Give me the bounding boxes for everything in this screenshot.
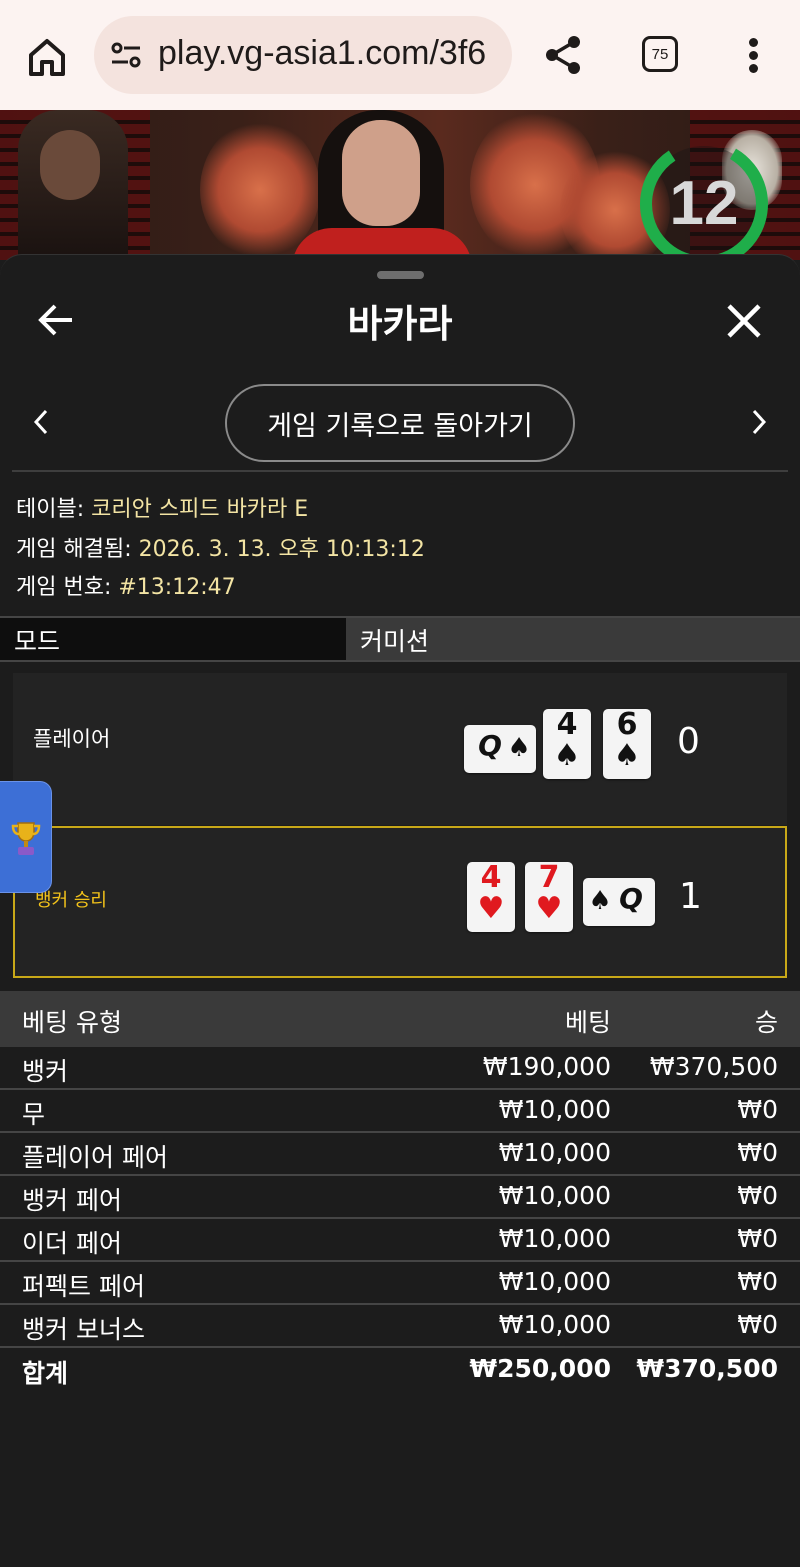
mode-row: 모드 커미션 bbox=[0, 616, 800, 662]
divider bbox=[12, 470, 788, 472]
banker-score: 1 bbox=[679, 876, 702, 917]
trophy-tab[interactable] bbox=[0, 781, 52, 893]
table-row: 이더 페어 ₩10,000 ₩0 bbox=[0, 1219, 800, 1262]
total-win: ₩370,500 bbox=[636, 1354, 778, 1383]
dealer-face bbox=[342, 120, 420, 226]
countdown-number: 12 bbox=[669, 169, 739, 238]
mode-label: 모드 bbox=[0, 618, 346, 660]
player-label: 플레이어 bbox=[33, 727, 111, 751]
bets-table-header: 베팅 유형 베팅 승 bbox=[0, 991, 800, 1047]
win-amount: ₩370,500 bbox=[649, 1052, 778, 1081]
tab-switcher-icon[interactable]: 75 bbox=[642, 36, 678, 72]
header-win: 승 bbox=[754, 1008, 778, 1037]
bet-amount: ₩10,000 bbox=[498, 1181, 611, 1210]
card-rank: Q bbox=[619, 882, 643, 915]
player-card-1: Q ♠ bbox=[464, 725, 536, 773]
card-suit: ♠ bbox=[613, 738, 641, 773]
site-settings-icon[interactable] bbox=[110, 42, 142, 68]
header-bet-type: 베팅 유형 bbox=[22, 1008, 122, 1037]
address-bar[interactable]: play.vg-asia1.com/3f6 bbox=[94, 16, 512, 94]
table-row: 뱅커 ₩190,000 ₩370,500 bbox=[0, 1047, 800, 1090]
table-row: 뱅커 보너스 ₩10,000 ₩0 bbox=[0, 1305, 800, 1348]
table-row: 뱅커 페어 ₩10,000 ₩0 bbox=[0, 1176, 800, 1219]
drag-handle[interactable] bbox=[377, 271, 424, 279]
card-suit: ♥ bbox=[535, 891, 563, 926]
bet-amount: ₩10,000 bbox=[498, 1310, 611, 1339]
card-suit: ♠ bbox=[507, 733, 531, 763]
more-menu-icon[interactable] bbox=[744, 36, 764, 76]
table-row: 퍼펙트 페어 ₩10,000 ₩0 bbox=[0, 1262, 800, 1305]
bet-type: 플레이어 페어 bbox=[22, 1143, 168, 1172]
home-icon[interactable] bbox=[24, 34, 70, 80]
game-number-info: 게임 번호: #13:12:47 bbox=[16, 569, 236, 601]
bet-amount: ₩10,000 bbox=[498, 1224, 611, 1253]
table-value: 코리안 스피드 바카라 E bbox=[91, 497, 309, 522]
share-icon[interactable] bbox=[543, 34, 583, 76]
win-amount: ₩0 bbox=[737, 1138, 778, 1167]
player-hand-panel: 플레이어 Q ♠ 4 ♠ 6 ♠ 0 bbox=[13, 673, 787, 825]
resolved-value: 2026. 3. 13. 오후 10:13:12 bbox=[138, 537, 425, 562]
card-suit: ♠ bbox=[553, 738, 581, 773]
header-bet: 베팅 bbox=[564, 1008, 611, 1037]
background-person-face bbox=[40, 130, 100, 200]
total-label: 합계 bbox=[22, 1359, 69, 1388]
banker-card-2: 7 ♥ bbox=[525, 862, 573, 932]
win-amount: ₩0 bbox=[737, 1310, 778, 1339]
table-row: 무 ₩10,000 ₩0 bbox=[0, 1090, 800, 1133]
player-card-2: 4 ♠ bbox=[543, 709, 591, 779]
table-info: 테이블: 코리안 스피드 바카라 E bbox=[16, 491, 308, 523]
bet-amount: ₩190,000 bbox=[482, 1052, 611, 1081]
blossom-decor bbox=[200, 120, 320, 260]
bet-type: 무 bbox=[22, 1100, 46, 1129]
player-card-3: 6 ♠ bbox=[603, 709, 651, 779]
table-row: 플레이어 페어 ₩10,000 ₩0 bbox=[0, 1133, 800, 1176]
game-number-label: 게임 번호: bbox=[16, 575, 119, 600]
back-to-history-button[interactable]: 게임 기록으로 돌아가기 bbox=[225, 384, 575, 462]
banker-card-3: Q ♠ bbox=[583, 878, 655, 926]
player-score: 0 bbox=[677, 721, 700, 762]
card-suit: ♠ bbox=[588, 886, 612, 916]
bet-amount: ₩10,000 bbox=[498, 1267, 611, 1296]
win-amount: ₩0 bbox=[737, 1181, 778, 1210]
bet-type: 뱅커 보너스 bbox=[22, 1315, 145, 1344]
game-detail-sheet: 바카라 게임 기록으로 돌아가기 테이블: 코리안 스피드 바카라 E 게임 해… bbox=[0, 254, 800, 1567]
win-amount: ₩0 bbox=[737, 1224, 778, 1253]
trophy-icon bbox=[11, 822, 41, 855]
total-bet: ₩250,000 bbox=[469, 1354, 611, 1383]
chevron-right-icon[interactable] bbox=[748, 407, 770, 437]
banker-card-1: 4 ♥ bbox=[467, 862, 515, 932]
close-icon[interactable] bbox=[726, 303, 762, 339]
browser-toolbar: play.vg-asia1.com/3f6 75 bbox=[0, 0, 800, 110]
sheet-title: 바카라 bbox=[347, 302, 453, 346]
resolved-info: 게임 해결됨: 2026. 3. 13. 오후 10:13:12 bbox=[16, 531, 425, 563]
banker-hand-panel: 뱅커 승리 4 ♥ 7 ♥ Q ♠ 1 bbox=[13, 826, 787, 978]
win-amount: ₩0 bbox=[737, 1095, 778, 1124]
resolved-label: 게임 해결됨: bbox=[16, 537, 139, 562]
card-suit: ♥ bbox=[477, 891, 505, 926]
table-label: 테이블: bbox=[16, 497, 92, 522]
bet-amount: ₩10,000 bbox=[498, 1138, 611, 1167]
win-amount: ₩0 bbox=[737, 1267, 778, 1296]
mode-value: 커미션 bbox=[360, 627, 430, 656]
bet-type: 뱅커 bbox=[22, 1057, 69, 1086]
bet-amount: ₩10,000 bbox=[498, 1095, 611, 1124]
table-total-row: 합계 ₩250,000 ₩370,500 bbox=[0, 1348, 800, 1392]
url-text[interactable]: play.vg-asia1.com/3f6 bbox=[158, 34, 486, 73]
bet-type: 뱅커 페어 bbox=[22, 1186, 122, 1215]
bet-type: 퍼펙트 페어 bbox=[22, 1272, 145, 1301]
chevron-left-icon[interactable] bbox=[30, 407, 52, 437]
bet-type: 이더 페어 bbox=[22, 1229, 122, 1258]
game-number-value: #13:12:47 bbox=[118, 575, 236, 600]
